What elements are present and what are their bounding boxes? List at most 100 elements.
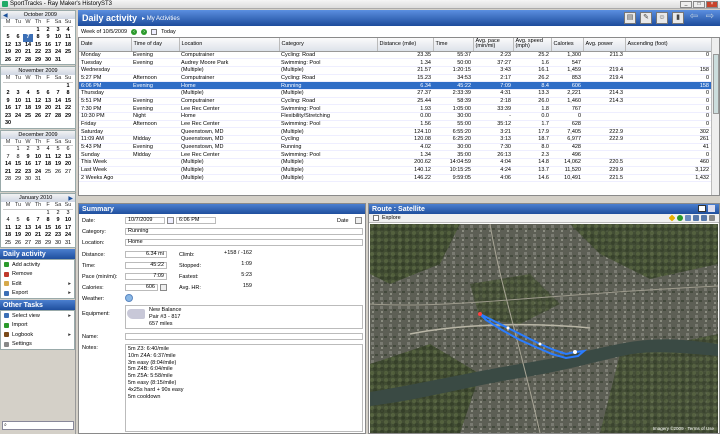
column-header[interactable]: Avg. power [583, 38, 626, 52]
calendar-day[interactable]: 22 [43, 232, 53, 240]
calendar-day[interactable]: 14 [53, 98, 63, 106]
search-input[interactable]: ⌕ [2, 421, 74, 430]
task-item[interactable]: Logbook ▸ [1, 330, 74, 340]
calendar-day[interactable]: 15 [43, 225, 53, 233]
calendar-day[interactable]: 17 [63, 225, 73, 233]
calendar-day[interactable]: 7 [33, 217, 43, 225]
calendar-day[interactable]: 24 [13, 113, 23, 121]
explore-button[interactable]: Explore [382, 215, 401, 221]
diamond-icon[interactable] [668, 214, 676, 222]
calendar-day[interactable]: 13 [63, 154, 73, 162]
calendar-day[interactable]: 15 [33, 42, 43, 50]
calendar-day[interactable]: 17 [33, 161, 43, 169]
calendar-day[interactable]: 25 [3, 240, 13, 248]
calendar-day[interactable]: 11 [43, 154, 53, 162]
column-header[interactable]: Ascending (foot) [625, 38, 712, 52]
calendar-day[interactable]: 18 [23, 105, 33, 113]
minimize-button[interactable]: _ [680, 1, 692, 8]
calendar-day[interactable]: 28 [3, 176, 13, 184]
column-header[interactable]: Time [433, 38, 474, 52]
next-week-button[interactable]: › [141, 28, 148, 35]
calendar-day[interactable]: 10 [33, 154, 43, 162]
calendar-day[interactable]: 5 [53, 146, 63, 154]
calendar-day[interactable]: 7 [53, 90, 63, 98]
calendar-day[interactable]: 23 [43, 49, 53, 57]
calendar-day[interactable]: 4 [23, 90, 33, 98]
calendar-day[interactable]: 8 [63, 90, 73, 98]
forward-arrow-icon[interactable]: ⇨ [704, 12, 716, 24]
task-item[interactable]: Add activity [1, 260, 74, 270]
calendar-day[interactable]: 9 [23, 154, 33, 162]
tools-icon[interactable]: ✎ [640, 12, 652, 24]
daily-activity-panel-header[interactable]: Daily activity [0, 249, 75, 259]
settings-icon[interactable] [709, 215, 715, 221]
table-row[interactable]: Saturday Queenstown, MD (Multiple) 124.10 6:… [79, 127, 711, 137]
table-row[interactable]: Last Week (Multiple) (Multiple) 140.12 10:15… [79, 166, 711, 175]
calendar-day[interactable]: 30 [3, 120, 13, 128]
table-row[interactable]: 2 Weeks Ago (Multiple) (Multiple) 146.22 9:5… [79, 174, 711, 183]
calendar-day[interactable]: 10 [53, 34, 63, 42]
calendar-day[interactable]: 23 [53, 232, 63, 240]
table-row[interactable]: 5:51 PM Evening Computrainer Cycling: Road 2… [79, 97, 711, 106]
calendar-day[interactable]: 15 [63, 98, 73, 106]
calendar-day[interactable]: 2 [53, 210, 63, 218]
calendar-day[interactable]: 17 [53, 42, 63, 50]
prev-month-button[interactable]: ◀ [3, 12, 8, 19]
calendar-day[interactable]: 8 [33, 34, 43, 42]
table-row[interactable]: Friday Afternoon Lee Rec Center Swimming: P… [79, 120, 711, 129]
calendar-day[interactable]: 7 [23, 34, 33, 42]
calendar-day[interactable]: 12 [13, 225, 23, 233]
calendar-day[interactable]: 18 [63, 42, 73, 50]
date-picker-icon[interactable] [167, 217, 174, 224]
close-button[interactable]: × [706, 1, 718, 8]
calendar-day[interactable]: 31 [53, 57, 63, 65]
calendar-day[interactable]: 11 [63, 34, 73, 42]
calendar-day[interactable]: 30 [23, 176, 33, 184]
calendar-day[interactable]: 21 [53, 105, 63, 113]
calendar-day[interactable]: 19 [13, 232, 23, 240]
calendar-day[interactable]: 11 [3, 225, 13, 233]
calendar-day[interactable]: 27 [43, 113, 53, 121]
other-tasks-panel-header[interactable]: Other Tasks [0, 300, 75, 310]
column-header[interactable]: Location [179, 38, 280, 52]
calendar-day[interactable]: 6 [63, 146, 73, 154]
calendar-day[interactable]: 3 [33, 146, 43, 154]
task-item[interactable]: Import [1, 321, 74, 331]
calendar-day[interactable]: 3 [63, 210, 73, 218]
calendar-day[interactable]: 4 [63, 27, 73, 35]
calendar-day[interactable]: 22 [63, 105, 73, 113]
calendar-day[interactable]: 12 [3, 42, 13, 50]
distance-field[interactable]: 6.34 mi [125, 251, 167, 258]
calendar-day[interactable]: 29 [33, 57, 43, 65]
calendar-day[interactable]: 11 [23, 98, 33, 106]
calendar-day[interactable]: 5 [3, 34, 13, 42]
calendar-day[interactable]: 7 [3, 154, 13, 162]
calendar-day[interactable]: 23 [23, 169, 33, 177]
calendar-day[interactable]: 24 [63, 232, 73, 240]
calendar-day[interactable]: 26 [13, 240, 23, 248]
calendar-day[interactable]: 14 [3, 161, 13, 169]
table-row[interactable]: Thursday (Multiple) (Multiple) 27.37 2:33:39… [79, 89, 711, 98]
calendar-day[interactable]: 2 [43, 27, 53, 35]
calories-field[interactable]: 606 [125, 284, 158, 291]
today-button[interactable]: Today [161, 29, 176, 35]
calendar-day[interactable]: 15 [13, 161, 23, 169]
calendar-day[interactable]: 6 [23, 217, 33, 225]
calendar-day[interactable]: 19 [3, 49, 13, 57]
calendar-day[interactable]: 21 [23, 49, 33, 57]
table-row[interactable]: 7:30 PM Evening Lee Rec Center Swimming: Po… [79, 104, 711, 113]
weather-icon[interactable] [125, 294, 133, 302]
calendar-day[interactable]: 18 [3, 232, 13, 240]
calendar-day[interactable]: 21 [33, 232, 43, 240]
calendar-day[interactable]: 9 [53, 217, 63, 225]
calendar-day[interactable]: 25 [63, 49, 73, 57]
calories-calc-icon[interactable] [160, 284, 167, 291]
column-header[interactable]: Category [279, 38, 378, 52]
calendar-day[interactable]: 28 [33, 240, 43, 248]
calendar-day[interactable]: 29 [63, 113, 73, 121]
calendar-day[interactable]: 1 [63, 83, 73, 91]
refresh-icon[interactable] [677, 215, 683, 221]
name-field[interactable] [125, 333, 363, 340]
scrollbar-thumb[interactable] [713, 54, 719, 114]
date-dropdown-icon[interactable] [355, 217, 362, 224]
